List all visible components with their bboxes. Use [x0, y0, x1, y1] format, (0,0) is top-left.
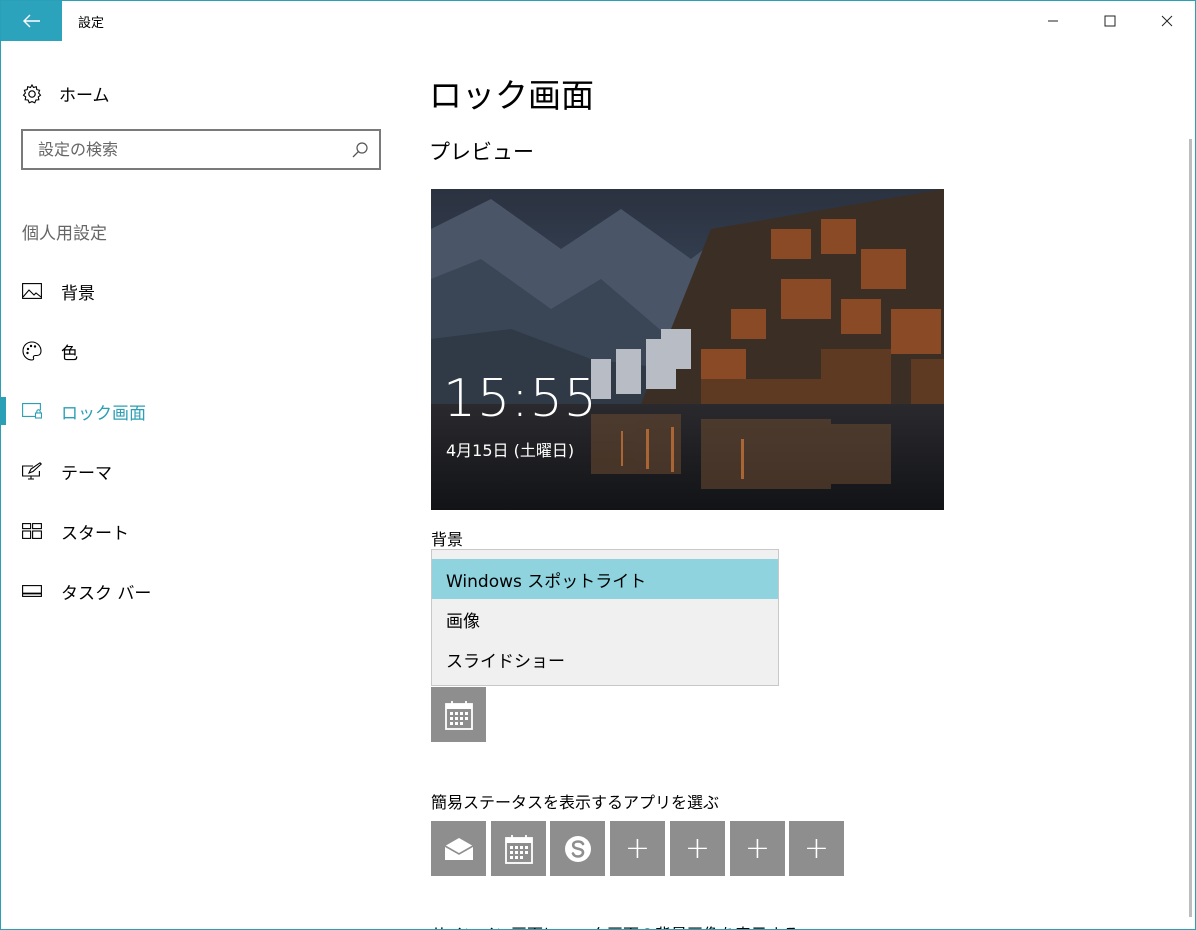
window-title: 設定	[78, 16, 105, 31]
lock-time: 15:55	[443, 369, 598, 429]
background-option-slideshow[interactable]: スライドショー	[432, 639, 778, 679]
maximize-button[interactable]	[1081, 1, 1138, 41]
lock-date: 4月15日 (土曜日)	[446, 441, 575, 460]
main-content: ロック画面 プレビュー 15:55 4月15日 (土曜日) 背景 Windows…	[429, 41, 1169, 929]
sidebar-nav: 背景 色 ロック画面 テーマ スタート タスク バー	[1, 261, 401, 621]
palette-icon	[21, 340, 43, 362]
plus-icon: +	[684, 830, 711, 866]
sidebar-item-label: 色	[61, 343, 78, 364]
sidebar-item-label: テーマ	[61, 463, 112, 484]
sidebar-item-background[interactable]: 背景	[1, 261, 401, 321]
detailed-status-app-button[interactable]	[431, 687, 486, 742]
quick-status-add-button-3[interactable]: +	[730, 821, 785, 876]
skype-icon	[564, 835, 591, 862]
quick-status-add-button-2[interactable]: +	[670, 821, 725, 876]
preview-header: プレビュー	[429, 140, 534, 164]
background-option-spotlight[interactable]: Windows スポットライト	[432, 559, 778, 599]
picture-icon	[21, 280, 43, 302]
gear-icon	[22, 83, 42, 104]
sidebar-item-taskbar[interactable]: タスク バー	[1, 561, 401, 621]
page-title: ロック画面	[429, 76, 594, 115]
background-dropdown-list[interactable]: Windows スポットライト 画像 スライドショー	[431, 549, 779, 686]
section-header: 個人用設定	[22, 224, 107, 244]
plus-icon: +	[744, 830, 771, 866]
sidebar-item-lock-screen[interactable]: ロック画面	[1, 381, 401, 441]
quick-status-add-button-4[interactable]: +	[789, 821, 844, 876]
plus-icon: +	[803, 830, 830, 866]
sidebar-item-label: ロック画面	[61, 403, 146, 424]
lock-screen-preview: 15:55 4月15日 (土曜日)	[431, 189, 944, 510]
home-link[interactable]: ホーム	[21, 81, 110, 106]
quick-status-mail-button[interactable]	[431, 821, 486, 876]
theme-icon	[21, 460, 43, 482]
background-option-picture[interactable]: 画像	[432, 599, 778, 639]
sidebar-item-theme[interactable]: テーマ	[1, 441, 401, 501]
maximize-icon	[1104, 15, 1115, 27]
sidebar-item-start[interactable]: スタート	[1, 501, 401, 561]
minimize-button[interactable]	[1024, 1, 1081, 41]
plus-icon: +	[624, 830, 651, 866]
quick-status-add-button-1[interactable]: +	[610, 821, 665, 876]
title-bar: 設定	[1, 1, 1195, 41]
preview-landscape-image	[431, 189, 944, 510]
quick-status-skype-button[interactable]	[550, 821, 605, 876]
search-box[interactable]	[21, 129, 381, 170]
sidebar-item-color[interactable]: 色	[1, 321, 401, 381]
taskbar-icon	[21, 580, 43, 602]
lock-screen-icon	[21, 400, 43, 422]
calendar-icon	[504, 834, 533, 864]
quick-status-calendar-button[interactable]	[491, 821, 546, 876]
close-button[interactable]	[1138, 1, 1195, 41]
quick-status-header: 簡易ステータスを表示するアプリを選ぶ	[431, 793, 720, 812]
background-label: 背景	[431, 530, 464, 549]
sidebar-item-label: タスク バー	[61, 583, 152, 604]
settings-window: 設定 ホーム 個人用設定	[0, 0, 1196, 930]
signin-background-setting-label: サインイン画面にロック画面の背景画像を表示する	[431, 921, 799, 929]
calendar-icon	[444, 700, 473, 730]
minimize-icon	[1047, 20, 1058, 22]
back-arrow-icon	[22, 14, 40, 28]
search-icon[interactable]	[351, 141, 369, 159]
scrollbar[interactable]	[1189, 139, 1192, 917]
home-label: ホーム	[59, 86, 110, 106]
sidebar: ホーム 個人用設定 背景 色	[1, 41, 401, 929]
back-button[interactable]	[1, 1, 62, 41]
sidebar-item-label: スタート	[61, 523, 129, 544]
close-icon	[1161, 15, 1172, 27]
search-input[interactable]	[23, 131, 333, 168]
mail-icon	[444, 837, 473, 860]
start-icon	[21, 520, 43, 542]
sidebar-item-label: 背景	[61, 283, 95, 304]
